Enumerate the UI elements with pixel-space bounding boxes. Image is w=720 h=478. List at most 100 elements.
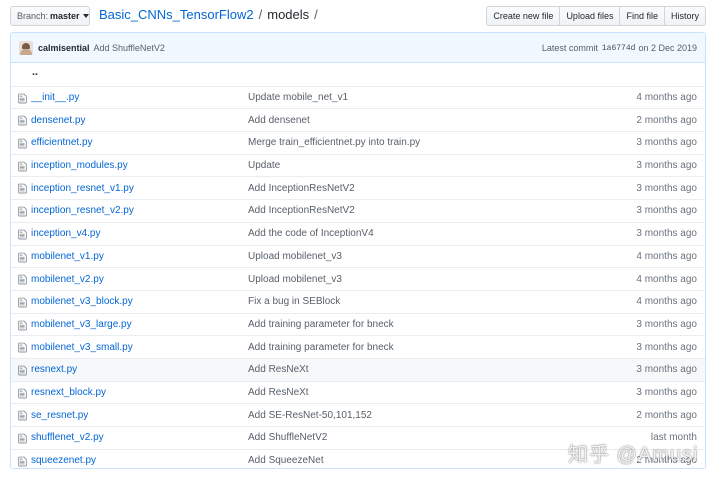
file-row[interactable]: resnext.py Add ResNeXt 3 months ago [11,357,705,381]
file-commit-age: 2 months ago [636,114,697,126]
file-commit-message-link[interactable]: Add SqueezeNet [248,455,324,466]
caret-down-icon [82,14,89,18]
file-name-link[interactable]: squeezenet.py [31,455,96,466]
file-commit-message-link[interactable]: Add training parameter for bneck [248,342,394,353]
file-name-link[interactable]: inception_modules.py [31,160,128,171]
file-icon [18,297,27,308]
file-commit-message-link[interactable]: Upload mobilenet_v3 [248,251,342,262]
file-row[interactable]: mobilenet_v3_block.py Fix a bug in SEBloc… [11,289,705,313]
branch-name: master [50,11,80,21]
file-name-link[interactable]: densenet.py [31,115,86,126]
file-commit-age: 4 months ago [636,273,697,285]
file-commit-message-link[interactable]: Add ShuffleNetV2 [248,432,327,443]
file-row[interactable]: resnext_block.py Add ResNeXt 3 months ago [11,380,705,404]
find-file-button[interactable]: Find file [619,6,665,26]
file-icon [18,274,27,285]
file-icon [18,252,27,263]
file-row[interactable]: mobilenet_v2.py Upload mobilenet_v3 4 mont… [11,267,705,290]
file-name-link[interactable]: se_resnet.py [31,410,88,421]
branch-select-button[interactable]: Branch: master [10,6,90,26]
file-icon [18,206,27,217]
file-commit-age: 3 months ago [636,228,697,240]
file-row[interactable]: densenet.py Add densenet 2 months ago [11,108,705,132]
commit-sha-link[interactable]: 1a6774d [602,44,636,53]
file-row[interactable]: inception_v4.py Add the code of Inception… [11,221,705,245]
file-name-link[interactable]: inception_v4.py [31,228,101,239]
branch-label: Branch: [17,11,49,21]
file-icon [18,433,27,444]
file-commit-message-link[interactable]: Add ResNeXt [248,387,309,398]
file-row[interactable]: inception_resnet_v2.py Add InceptionResNe… [11,199,705,222]
file-commit-message-link[interactable]: Merge train_efficientnet.py into train.p… [248,137,420,148]
file-name-link[interactable]: mobilenet_v2.py [31,274,104,285]
file-commit-message-link[interactable]: Add densenet [248,115,310,126]
file-commit-message-link[interactable]: Update [248,160,280,171]
file-icon [18,138,27,149]
file-icon [18,115,27,126]
commit-message-link[interactable]: Add ShuffleNetV2 [94,43,165,53]
upload-files-button[interactable]: Upload files [559,6,621,26]
file-name-link[interactable]: inception_resnet_v1.py [31,183,134,194]
latest-commit-label: Latest commit [541,43,598,53]
file-row[interactable]: inception_modules.py Update 3 months ago [11,153,705,177]
file-row[interactable]: mobilenet_v3_large.py Add training parame… [11,312,705,336]
watermark: 知乎 @Amusi [568,444,699,466]
file-navigation: Branch: master Basic_CNNs_TensorFlow2 / … [10,6,706,26]
file-row[interactable]: efficientnet.py Merge train_efficientnet.… [11,131,705,154]
file-name-link[interactable]: mobilenet_v3_block.py [31,296,133,307]
file-name-link[interactable]: __init__.py [31,92,79,103]
file-list: .. __init__.py Update mobile_net_v1 4 mont… [11,63,705,468]
file-commit-age: 3 months ago [636,386,697,398]
create-new-file-button[interactable]: Create new file [486,6,561,26]
file-icon [18,388,27,399]
file-icon [18,161,27,172]
file-name-link[interactable]: resnext.py [31,364,77,375]
breadcrumb-repo-link[interactable]: Basic_CNNs_TensorFlow2 [99,7,254,22]
file-row[interactable]: __init__.py Update mobile_net_v1 4 months … [11,85,705,109]
file-commit-age: 3 months ago [636,137,697,149]
file-commit-age: 4 months ago [636,296,697,308]
commit-author-link[interactable]: calmisential [38,43,90,53]
history-button[interactable]: History [663,6,706,26]
file-name-link[interactable]: efficientnet.py [31,137,93,148]
file-name-link[interactable]: mobilenet_v1.py [31,251,104,262]
file-table: calmisential Add ShuffleNetV2 Latest com… [10,32,706,469]
latest-commit-info: Latest commit 1a6774d on 2 Dec 2019 [542,33,697,63]
breadcrumb: Basic_CNNs_TensorFlow2 / models / [99,7,323,22]
file-name-link[interactable]: mobilenet_v3_small.py [31,342,133,353]
file-row[interactable]: se_resnet.py Add SE-ResNet-50,101,152 2 mo… [11,403,705,426]
file-icon [18,342,27,353]
file-commit-message-link[interactable]: Upload mobilenet_v3 [248,274,342,285]
file-commit-message-link[interactable]: Add ResNeXt [248,364,309,375]
breadcrumb-separator: / [258,7,263,22]
breadcrumb-trailing-separator: / [314,7,318,22]
file-commit-message-link[interactable]: Update mobile_net_v1 [248,92,348,103]
parent-directory-row[interactable]: .. [11,63,705,86]
file-icon [18,410,27,421]
file-icon [18,365,27,376]
file-icon [18,320,27,331]
file-icon [18,456,27,467]
file-commit-age: 2 months ago [636,409,697,421]
latest-commit-bar: calmisential Add ShuffleNetV2 Latest com… [11,33,705,63]
file-commit-message-link[interactable]: Add the code of InceptionV4 [248,228,374,239]
file-commit-age: 3 months ago [636,205,697,217]
file-name-link[interactable]: mobilenet_v3_large.py [31,319,132,330]
file-row[interactable]: mobilenet_v3_small.py Add training parame… [11,335,705,358]
file-commit-age: 3 months ago [636,182,697,194]
file-name-link[interactable]: inception_resnet_v2.py [31,205,134,216]
parent-directory-link[interactable]: .. [32,66,38,78]
file-commit-message-link[interactable]: Add SE-ResNet-50,101,152 [248,410,372,421]
file-row[interactable]: inception_resnet_v1.py Add InceptionResNe… [11,176,705,200]
file-actions: Create new file Upload files Find file H… [486,6,706,26]
file-commit-message-link[interactable]: Fix a bug in SEBlock [248,296,340,307]
file-commit-message-link[interactable]: Add InceptionResNetV2 [248,205,355,216]
file-commit-age: 3 months ago [636,160,697,172]
file-row[interactable]: mobilenet_v1.py Upload mobilenet_v3 4 mont… [11,244,705,268]
file-commit-age: 3 months ago [636,341,697,353]
file-commit-message-link[interactable]: Add InceptionResNetV2 [248,183,355,194]
file-commit-message-link[interactable]: Add training parameter for bneck [248,319,394,330]
avatar[interactable] [19,40,33,55]
file-name-link[interactable]: resnext_block.py [31,387,106,398]
file-name-link[interactable]: shufflenet_v2.py [31,432,104,443]
